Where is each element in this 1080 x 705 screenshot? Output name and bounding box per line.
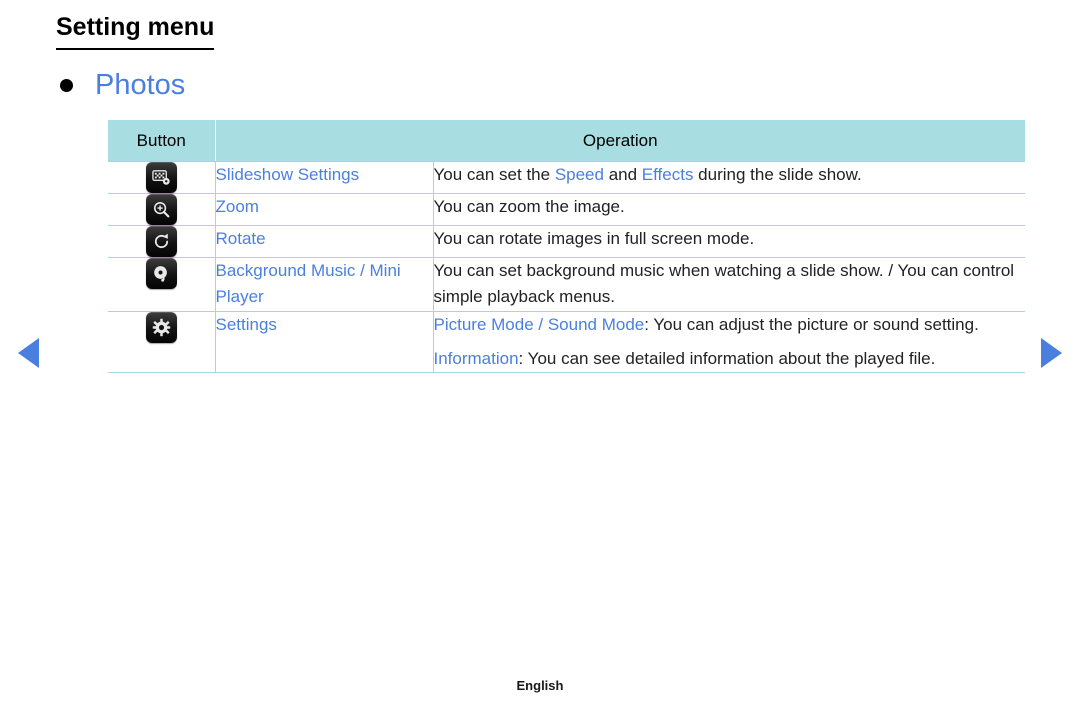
section-heading-label: Photos — [95, 69, 186, 101]
settings-gear-icon[interactable] — [145, 311, 177, 343]
table-cell-operation-description: You can set background music when watchi… — [433, 257, 1026, 312]
operation-paragraph: You can set background music when watchi… — [434, 258, 1026, 311]
table-cell-operation-description: You can zoom the image. — [433, 193, 1026, 226]
table-body: Slideshow Settings You can set the Speed … — [108, 161, 1026, 374]
table-cell-feature-name: Slideshow Settings — [215, 161, 434, 194]
table-row: Slideshow Settings You can set the Speed … — [108, 161, 1026, 194]
table-cell-operation-description: Picture Mode / Sound Mode: You can adjus… — [433, 310, 1026, 374]
description-text: You can set background music when watchi… — [433, 261, 1015, 307]
highlighted-term: Speed — [554, 165, 604, 184]
description-text: You can set the — [433, 165, 555, 184]
description-text: : You can see detailed information about… — [518, 349, 936, 369]
next-page-arrow-icon[interactable] — [1041, 338, 1062, 368]
description-text: and — [603, 165, 642, 184]
operation-paragraph: Picture Mode / Sound Mode: You can adjus… — [434, 312, 1026, 338]
section-heading: Photos — [60, 69, 186, 102]
table-cell-operation-description: You can rotate images in full screen mod… — [433, 225, 1026, 258]
operation-paragraph: You can zoom the image. — [434, 194, 1026, 220]
table-row: Background Music / Mini Player You can se… — [108, 257, 1026, 312]
table-cell-button-icon — [108, 225, 216, 258]
table-cell-operation-description: You can set the Speed and Effects during… — [433, 161, 1026, 194]
page-title: Setting menu — [56, 13, 215, 50]
description-text: during the slide show. — [693, 165, 862, 184]
table-cell-button-icon — [108, 193, 216, 226]
operation-paragraph: You can set the Speed and Effects during… — [434, 162, 1026, 188]
slideshow-settings-icon[interactable] — [145, 162, 177, 193]
table-cell-button-icon — [108, 161, 216, 194]
zoom-icon[interactable] — [145, 194, 177, 225]
operation-paragraph: You can rotate images in full screen mod… — [434, 226, 1026, 252]
prev-page-arrow-icon[interactable] — [18, 338, 39, 368]
rotate-icon[interactable] — [145, 226, 177, 257]
table-row: Settings Picture Mode / Sound Mode: You c… — [108, 310, 1026, 374]
table-cell-button-icon — [108, 310, 216, 374]
table-cell-feature-name: Rotate — [215, 225, 434, 258]
table-row: Zoom You can zoom the image. — [108, 193, 1026, 226]
column-header-operation: Operation — [215, 120, 1026, 162]
table-cell-button-icon — [108, 257, 216, 312]
operations-table: Button Operation Slideshow Settings You c… — [108, 120, 1026, 374]
operation-paragraph: Information: You can see detailed inform… — [434, 346, 1026, 372]
description-text: : You can adjust the picture or sound se… — [644, 314, 979, 334]
description-text: You can rotate images in full screen mod… — [433, 229, 755, 248]
table-row: Rotate You can rotate images in full scre… — [108, 225, 1026, 258]
highlighted-term: Picture Mode / Sound Mode — [433, 314, 645, 334]
table-cell-feature-name: Zoom — [215, 193, 434, 226]
table-header-row: Button Operation — [108, 120, 1026, 162]
description-text: You can zoom the image. — [433, 197, 625, 216]
background-music-icon[interactable] — [145, 258, 177, 289]
highlighted-term: Effects — [641, 165, 694, 184]
highlighted-term: Information — [433, 349, 519, 369]
bullet-icon — [60, 79, 73, 93]
footer-language-label: English — [516, 678, 564, 693]
table-cell-feature-name: Settings — [215, 310, 434, 374]
table-cell-feature-name: Background Music / Mini Player — [215, 257, 434, 312]
column-header-button: Button — [108, 120, 216, 162]
